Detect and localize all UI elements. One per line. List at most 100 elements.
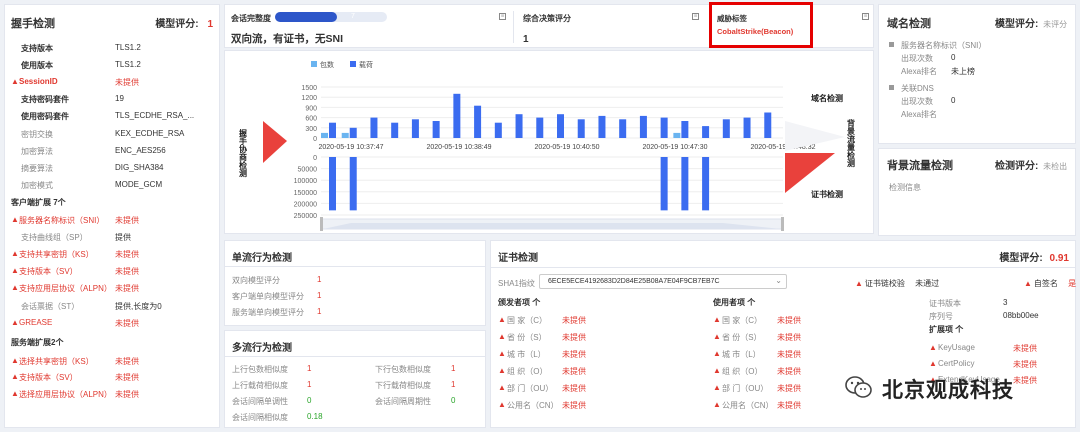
multi-right-label: 下行包数相似度 [375, 365, 431, 374]
client-ext-label: GREASE [19, 317, 53, 327]
issuer-field-label: 组 织（O） [507, 367, 548, 376]
handshake-row-label: 摘要算法 [21, 163, 53, 173]
issuer-field-label: 部 门（OU） [507, 384, 554, 393]
y-tick-label: 50000 [298, 167, 318, 174]
dns-count: 0 [951, 96, 956, 105]
user-field-value: 未提供 [777, 401, 801, 410]
background-score: 检测评分: 未检出 [995, 161, 1068, 172]
client-ext-label: 服务器名称标识（SNI） [19, 216, 105, 225]
user-field-label: 省 份（S） [722, 333, 762, 342]
expand-icon[interactable]: ≡ [862, 13, 869, 20]
single-row-value: 1 [317, 291, 322, 300]
handshake-title: 握手检测 [11, 18, 55, 30]
y-tick-label: 150000 [294, 190, 317, 197]
client-ext-value: 未提供 [115, 250, 139, 260]
y-tick-label: 0 [313, 136, 317, 143]
expand-icon[interactable]: ≡ [499, 13, 506, 20]
handshake-row-label: 加密算法 [21, 146, 53, 156]
user-field-value: 未提供 [777, 384, 801, 393]
ext-label: KeyUsage [938, 343, 975, 352]
completeness-label: 会话完整度 [231, 14, 271, 23]
legend-packets-swatch [311, 61, 317, 67]
warning-icon: ▲ [498, 315, 506, 324]
bar-bytes [432, 121, 440, 138]
user-field-label: 公用名（CN） [722, 401, 774, 410]
sha1-select[interactable]: 6ECE5ECE4192683D2D84E25B08A7E04F9CB7EB7C… [539, 274, 787, 289]
client-ext-value: 未提供 [115, 216, 139, 225]
sni-alexa-label: Alexa排名 [901, 67, 938, 76]
bar-bytes [702, 126, 710, 138]
bar-bytes [349, 127, 357, 138]
threat-value: CobaltStrike(Beacon) [717, 27, 794, 36]
issuer-field-value: 未提供 [562, 350, 586, 359]
chain-check: ▲ 证书链校验 未通过 [855, 279, 940, 288]
background-title: 背景流量检测 [887, 160, 953, 172]
warning-icon: ▲ [929, 343, 937, 352]
x-tick-label: 2020-05-19 10:47:30 [643, 144, 708, 151]
bar-bytes [474, 105, 482, 138]
bullet-icon [889, 42, 894, 47]
bar-bytes [598, 115, 606, 138]
wechat-logo-icon [845, 376, 872, 398]
server-ext-label: 选择共享密钥（KS） [19, 356, 94, 366]
handshake-row-label: 支持密码套件 [21, 95, 69, 105]
x-tick-label: 2020-05-19 10:38:49 [427, 144, 492, 151]
y-tick-label: 600 [305, 116, 317, 123]
bullet-icon [889, 85, 894, 90]
legend-packets-label: 包数 [320, 60, 334, 69]
handshake-row-label: 使用密码套件 [21, 112, 69, 122]
multi-left-label: 上行载荷相似度 [232, 381, 288, 390]
single-title: 单流行为检测 [232, 253, 292, 264]
chevron-down-icon: ⌄ [775, 276, 782, 285]
handshake-panel: 握手检测 模型评分: 1 支持版本 TLS1.2 使用版本 TLS1.2 ▲ Sessio… [4, 4, 220, 428]
legend-bytes-label: 载荷 [359, 60, 373, 69]
multi-right-label: 会话间隔周期性 [375, 397, 431, 406]
warning-icon: ▲ [498, 383, 506, 392]
traffic-chart-panel: 包数 载荷 1500 1200 900 600 300 0 0 50000 100000 150000… [224, 50, 874, 234]
issuer-field-label: 公用名（CN） [507, 401, 559, 410]
issuer-title: 颁发者项 个 [498, 298, 541, 307]
completeness-bar: 7 [275, 12, 387, 22]
bar-bytes [494, 122, 502, 138]
cert-serial: 08bb00ee [1003, 311, 1039, 320]
multi-right-value: 1 [451, 364, 456, 373]
warning-icon: ▲ [713, 332, 721, 341]
handshake-row-label: 支持版本 [21, 44, 53, 53]
decision-label: 综合决策评分 [523, 14, 571, 23]
bar-down-bytes [329, 157, 336, 211]
session-summary: 双向流，有证书，无SNI [231, 33, 344, 45]
multi-right-value: 1 [451, 380, 456, 389]
client-ext-label: 支持版本（SV） [19, 267, 78, 277]
handshake-row-value: TLS1.2 [115, 60, 141, 70]
y-tick-label: 1500 [301, 85, 317, 92]
domain-arrow-label: 域名检测 [811, 93, 843, 103]
user-field-label: 组 织（O） [722, 367, 763, 376]
expand-icon[interactable]: ≡ [692, 13, 699, 20]
warning-icon: ▲ [11, 388, 19, 398]
bar-down-bytes [681, 157, 689, 211]
server-ext-title: 服务端扩展2个 [11, 337, 64, 347]
bar-bytes [329, 122, 336, 138]
threat-tag-box[interactable]: 威胁标签 CobaltStrike(Beacon) [709, 2, 813, 48]
ext-value: 未提供 [1013, 344, 1037, 353]
handshake-row-value: TLS1.2 [115, 43, 141, 52]
client-ext-value: 提供 [115, 233, 131, 243]
bar-packets [321, 132, 328, 138]
handshake-row-label: SessionID [19, 77, 58, 87]
cert-score: 模型评分: 0.91 [999, 253, 1069, 264]
issuer-field-value: 未提供 [562, 401, 586, 410]
user-field-value: 未提供 [777, 316, 801, 325]
user-field-label: 部 门（OU） [722, 384, 769, 393]
multi-flow-panel: 多流行为检测 上行包数相似度 1 上行载荷相似度 1 会话间隔单调性 0 会话间隔相似度 0.… [224, 330, 486, 428]
sni-label: 服务器名称标识（SNI） [901, 41, 987, 50]
issuer-field-label: 省 份（S） [507, 333, 547, 342]
session-header: 会话完整度 7 双向流，有证书，无SNI ≡ 综合决策评分 1 ≡ 威胁标签 C… [224, 2, 874, 48]
threat-label: 威胁标签 [717, 14, 747, 23]
multi-left-label: 会话间隔单调性 [232, 397, 288, 406]
handshake-row-value: TLS_ECDHE_RSA_... [115, 111, 195, 121]
bar-down-bytes [702, 157, 710, 211]
user-field-value: 未提供 [777, 333, 801, 342]
user-field-label: 城 市（L） [722, 350, 761, 359]
server-ext-label: 选择应用层协议（ALPN） [19, 389, 112, 399]
handshake-row-value: 19 [115, 94, 124, 104]
